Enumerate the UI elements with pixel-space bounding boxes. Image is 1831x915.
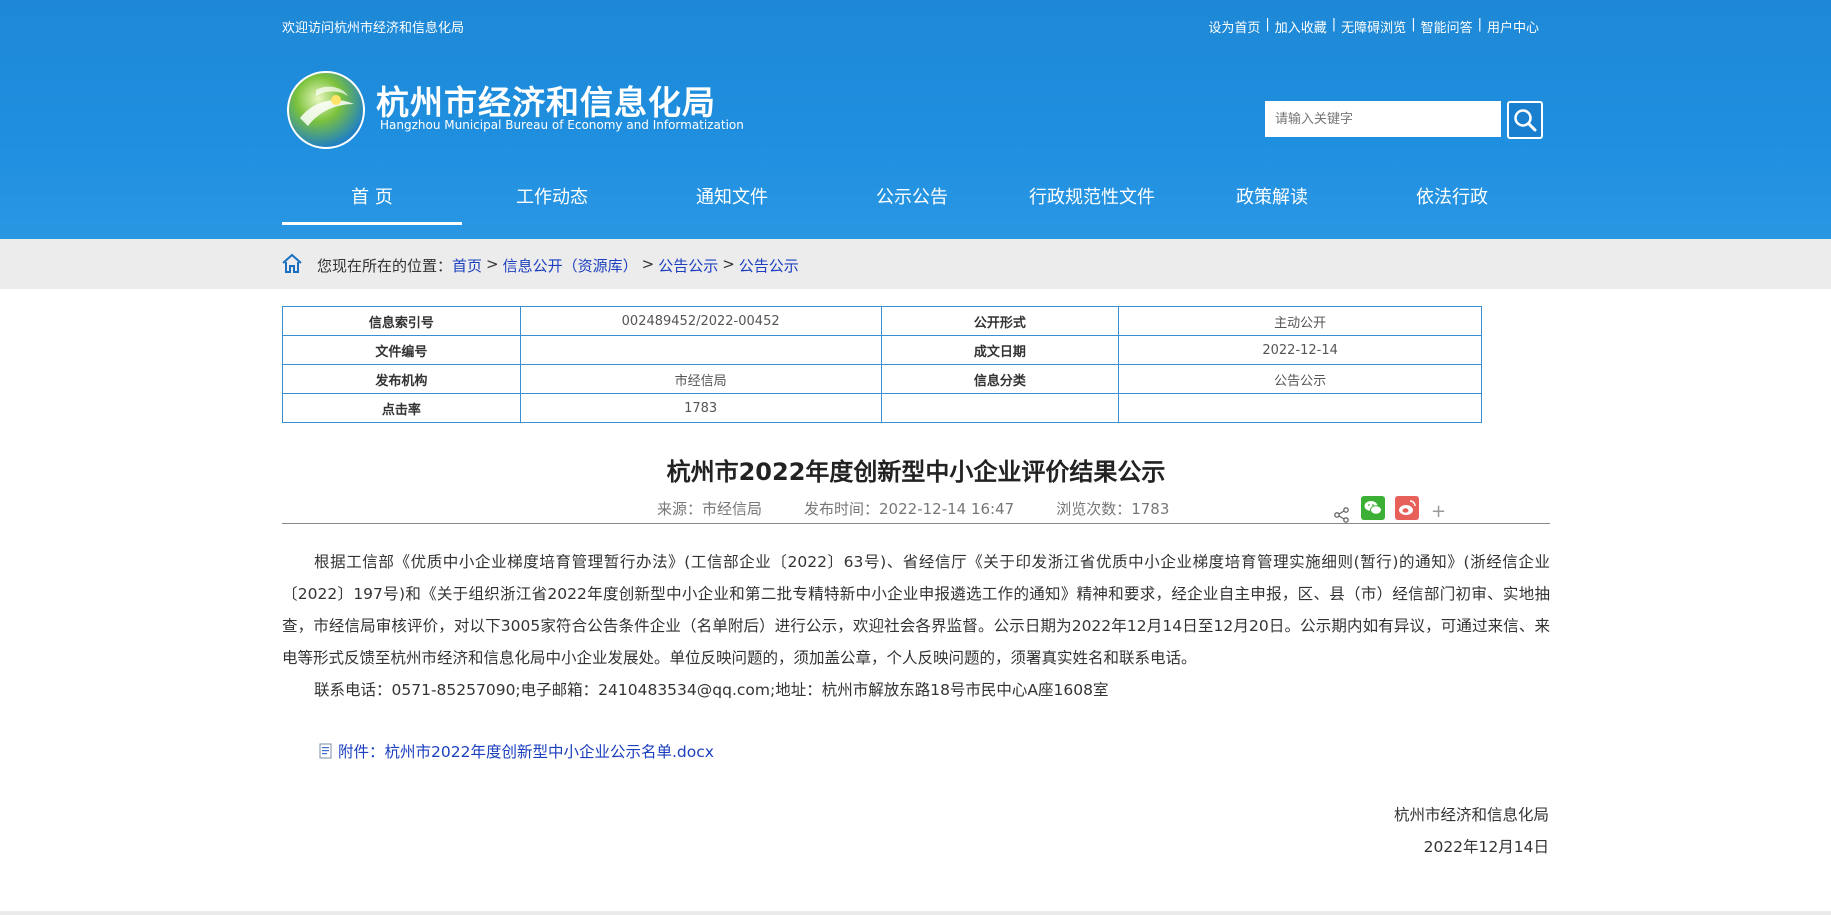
site-title: 杭州市经济和信息化局 <box>376 83 716 122</box>
index-label: 信息索引号 <box>282 306 521 336</box>
top-links: 设为首页 | 加入收藏 | 无障碍浏览 | 智能问答 | 用户中心 <box>1208 17 1539 36</box>
table-row: 文件编号 成文日期 2022-12-14 <box>282 335 1482 365</box>
nav-regulations[interactable]: 行政规范性文件 <box>1002 180 1182 224</box>
breadcrumb-announcements[interactable]: 公告公示 <box>658 255 718 276</box>
signature-date: 2022年12月14日 <box>1423 838 1549 856</box>
category-label: 信息分类 <box>880 364 1120 394</box>
site-subtitle: Hangzhou Municipal Bureau of Economy and… <box>380 118 744 132</box>
home-icon <box>282 253 302 273</box>
breadcrumb-prefix: 您现在所在的位置： <box>317 257 453 275</box>
org-label: 发布机构 <box>282 364 521 394</box>
doc-no-value <box>519 335 882 365</box>
breadcrumb-current[interactable]: 公告公示 <box>739 255 799 276</box>
form-value: 主动公开 <box>1118 306 1482 336</box>
share-icon[interactable] <box>1333 506 1351 524</box>
nav-announcements[interactable]: 公示公告 <box>822 180 1002 224</box>
welcome-text: 欢迎访问杭州市经济和信息化局 <box>282 21 465 36</box>
table-row: 发布机构 市经信局 信息分类 公告公示 <box>282 364 1482 394</box>
accessibility-link[interactable]: 无障碍浏览 <box>1341 17 1406 36</box>
nav-home[interactable]: 首 页 <box>282 180 462 225</box>
form-label: 公开形式 <box>880 306 1120 336</box>
signature-org: 杭州市经济和信息化局 <box>1393 806 1549 824</box>
set-homepage-link[interactable]: 设为首页 <box>1208 17 1260 36</box>
search-input[interactable] <box>1265 101 1501 137</box>
meta-divider <box>282 523 1550 524</box>
breadcrumb-home[interactable]: 首页 <box>452 255 482 276</box>
empty-cell <box>880 393 1120 423</box>
article-body: 根据工信部《优质中小企业梯度培育管理暂行办法》(工信部企业〔2022〕63号)、… <box>282 546 1550 706</box>
site-header: 欢迎访问杭州市经济和信息化局 设为首页 | 加入收藏 | 无障碍浏览 | 智能问答 | … <box>0 0 1831 239</box>
breadcrumb: 您现在所在的位置： 首页 > 信息公开（资源库） > 公告公示 > 公告公示 <box>317 255 799 276</box>
weibo-icon[interactable] <box>1395 496 1419 520</box>
article-views: 浏览次数：1783 <box>1056 500 1170 518</box>
clicks-label: 点击率 <box>282 393 521 423</box>
category-value: 公告公示 <box>1118 364 1482 394</box>
search-button[interactable] <box>1507 101 1543 139</box>
date-label: 成文日期 <box>880 335 1120 365</box>
share-bar: + <box>1333 492 1446 524</box>
doc-no-label: 文件编号 <box>282 335 521 365</box>
nav-notices[interactable]: 通知文件 <box>642 180 822 224</box>
share-more-button[interactable]: + <box>1431 501 1446 522</box>
smart-qa-link[interactable]: 智能问答 <box>1421 17 1473 36</box>
breadcrumb-bar: 您现在所在的位置： 首页 > 信息公开（资源库） > 公告公示 > 公告公示 <box>0 239 1831 289</box>
nav-law-administration[interactable]: 依法行政 <box>1362 180 1542 224</box>
add-favorite-link[interactable]: 加入收藏 <box>1275 17 1327 36</box>
footer-strip <box>0 911 1831 915</box>
article-source: 来源：市经信局 <box>657 500 763 518</box>
info-table: 信息索引号 002489452/2022-00452 公开形式 主动公开 文件编… <box>282 306 1482 423</box>
index-value: 002489452/2022-00452 <box>519 306 882 336</box>
article-meta: 来源：市经信局 发布时间：2022-12-14 16:47 浏览次数：1783 <box>657 498 1169 519</box>
document-icon <box>319 743 332 759</box>
article-title: 杭州市2022年度创新型中小企业评价结果公示 <box>666 458 1166 486</box>
wechat-icon[interactable] <box>1361 496 1385 520</box>
date-value: 2022-12-14 <box>1118 335 1482 365</box>
search-icon <box>1514 109 1537 132</box>
article-publish-time: 发布时间：2022-12-14 16:47 <box>804 500 1015 518</box>
user-center-link[interactable]: 用户中心 <box>1487 17 1539 36</box>
contact-paragraph: 联系电话：0571-85257090;电子邮箱：2410483534@qq.co… <box>314 681 1109 699</box>
table-row: 点击率 1783 <box>282 393 1482 423</box>
empty-cell <box>1118 393 1482 423</box>
main-nav: 首 页 工作动态 通知文件 公示公告 行政规范性文件 政策解读 依法行政 <box>282 180 1542 225</box>
table-row: 信息索引号 002489452/2022-00452 公开形式 主动公开 <box>282 306 1482 336</box>
nav-policy-interpretation[interactable]: 政策解读 <box>1182 180 1362 224</box>
article-paragraph: 根据工信部《优质中小企业梯度培育管理暂行办法》(工信部企业〔2022〕63号)、… <box>282 553 1550 667</box>
attachment: 附件：杭州市2022年度创新型中小企业公示名单.docx <box>318 740 714 762</box>
clicks-value: 1783 <box>519 393 882 423</box>
breadcrumb-info-public[interactable]: 信息公开（资源库） <box>503 255 638 276</box>
nav-work-news[interactable]: 工作动态 <box>462 180 642 224</box>
org-value: 市经信局 <box>519 364 882 394</box>
attachment-link[interactable]: 附件：杭州市2022年度创新型中小企业公示名单.docx <box>338 740 714 762</box>
bureau-logo <box>287 71 365 149</box>
